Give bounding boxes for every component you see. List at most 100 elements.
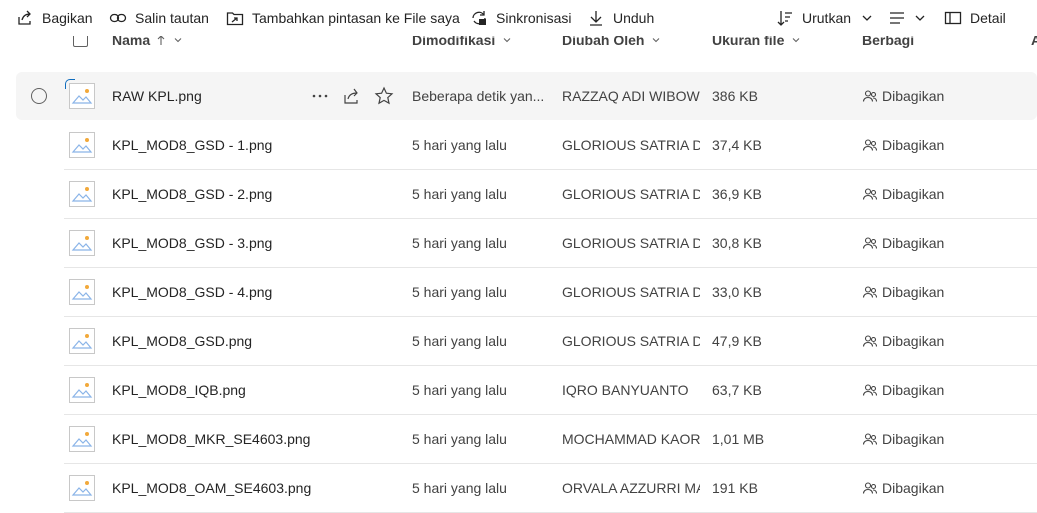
sharing-status[interactable]: Dibagikan xyxy=(862,170,1012,218)
people-icon xyxy=(862,188,878,200)
column-header-extra-label: A xyxy=(1031,36,1037,48)
share-icon xyxy=(344,88,358,104)
share-button[interactable]: Bagikan xyxy=(16,0,93,36)
chevron-down-icon xyxy=(503,38,511,43)
sharing-status[interactable]: Dibagikan xyxy=(862,72,1012,120)
sort-ascending-icon xyxy=(157,36,165,45)
modified-date: 5 hari yang lalu xyxy=(412,235,507,251)
file-row[interactable]: KPL_MOD8_OAM_SE4603.png 5 hari yang lalu O… xyxy=(64,464,1037,513)
sharing-status[interactable]: Dibagikan xyxy=(862,366,1012,414)
sharing-status[interactable]: Dibagikan xyxy=(862,121,1012,169)
add-shortcut-label: Tambahkan pintasan ke File saya xyxy=(252,10,460,26)
modified-date: 5 hari yang lalu xyxy=(412,186,507,202)
file-row[interactable]: KPL_MOD8_IQB.png 5 hari yang lalu IQRO BAN… xyxy=(64,366,1037,415)
file-name[interactable]: KPL_MOD8_IQB.png xyxy=(112,366,402,414)
download-button[interactable]: Unduh xyxy=(587,0,654,36)
sharing-status[interactable]: Dibagikan xyxy=(862,219,1012,267)
sharing-label: Dibagikan xyxy=(882,333,945,349)
sort-button[interactable]: Urutkan xyxy=(776,0,875,36)
sharing-label: Dibagikan xyxy=(882,88,945,104)
modified-date: Beberapa detik yan... xyxy=(412,88,544,104)
file-name[interactable]: KPL_MOD8_GSD - 2.png xyxy=(112,170,402,218)
select-all-checkbox[interactable] xyxy=(73,36,88,49)
link-icon xyxy=(109,13,127,23)
modified-by: IQRO BANYUANTO xyxy=(562,382,689,398)
sharing-label: Dibagikan xyxy=(882,137,945,153)
row-select-radio[interactable] xyxy=(31,88,47,104)
file-row[interactable]: KPL_MOD8_MKR_SE4603.png 5 hari yang lalu M… xyxy=(64,415,1037,464)
sharing-status[interactable]: Dibagikan xyxy=(862,317,1012,365)
column-header-modified-by[interactable]: Diubah Oleh xyxy=(562,36,662,50)
modified-by: GLORIOUS SATRIA DH xyxy=(562,284,700,300)
image-file-icon xyxy=(71,236,93,251)
file-size: 47,9 KB xyxy=(712,333,762,349)
file-name[interactable]: KPL_MOD8_GSD - 4.png xyxy=(112,268,402,316)
chevron-down-icon xyxy=(653,38,660,43)
file-thumbnail xyxy=(69,279,95,305)
image-file-icon xyxy=(71,334,93,349)
sharing-status[interactable]: Dibagikan xyxy=(862,415,1012,463)
file-thumbnail xyxy=(69,328,95,354)
column-header-modified[interactable]: Dimodifikasi xyxy=(412,36,513,50)
image-file-icon xyxy=(71,187,93,202)
column-header-name[interactable]: Nama xyxy=(112,36,184,50)
file-row[interactable]: KPL_MOD8_GSD - 1.png 5 hari yang lalu GLOR… xyxy=(64,121,1037,170)
more-icon xyxy=(312,94,328,98)
file-row[interactable]: KPL_MOD8_GSD - 3.png 5 hari yang lalu GLOR… xyxy=(64,219,1037,268)
favorite-button[interactable] xyxy=(374,86,394,106)
modified-date: 5 hari yang lalu xyxy=(412,382,507,398)
image-file-icon xyxy=(71,481,93,496)
modified-by: GLORIOUS SATRIA DH xyxy=(562,137,700,153)
modified-by: GLORIOUS SATRIA DH xyxy=(562,186,700,202)
download-icon xyxy=(590,11,602,26)
share-label: Bagikan xyxy=(42,10,93,26)
upload-progress-icon xyxy=(65,79,75,89)
column-header-row: Nama Dimodifikasi Diubah Oleh Ukuran fil… xyxy=(0,36,1037,56)
modified-date: 5 hari yang lalu xyxy=(412,431,507,447)
file-thumbnail xyxy=(69,181,95,207)
sharing-status[interactable]: Dibagikan xyxy=(862,268,1012,316)
sync-button[interactable]: Sinkronisasi xyxy=(470,0,571,36)
file-row[interactable]: RAW KPL.png Beberapa detik yan... RAZZAQ A… xyxy=(16,72,1037,120)
file-size: 30,8 KB xyxy=(712,235,762,251)
file-name[interactable]: KPL_MOD8_MKR_SE4603.png xyxy=(112,415,402,463)
view-switcher-button[interactable] xyxy=(888,0,928,36)
file-name[interactable]: KPL_MOD8_GSD - 1.png xyxy=(112,121,402,169)
more-options-button[interactable] xyxy=(310,86,330,106)
modified-date: 5 hari yang lalu xyxy=(412,284,507,300)
file-row[interactable]: KPL_MOD8_GSD - 2.png 5 hari yang lalu GLOR… xyxy=(64,170,1037,219)
file-name[interactable]: RAW KPL.png xyxy=(112,72,302,120)
chevron-down-icon xyxy=(174,38,182,43)
file-name[interactable]: KPL_MOD8_GSD.png xyxy=(112,317,402,365)
sharing-label: Dibagikan xyxy=(882,284,945,300)
modified-by: GLORIOUS SATRIA DH xyxy=(562,235,700,251)
add-shortcut-button[interactable]: Tambahkan pintasan ke File saya xyxy=(226,0,460,36)
command-bar: Bagikan Salin tautan Tambahkan pintasan … xyxy=(0,0,1037,36)
modified-date: 5 hari yang lalu xyxy=(412,333,507,349)
file-thumbnail xyxy=(69,230,95,256)
sharing-label: Dibagikan xyxy=(882,480,945,496)
file-size: 1,01 MB xyxy=(712,431,765,447)
column-header-sharing[interactable]: Berbagi xyxy=(862,36,914,50)
file-thumbnail xyxy=(65,79,95,109)
list-view-icon xyxy=(890,12,904,24)
column-header-size[interactable]: Ukuran file xyxy=(712,36,802,50)
file-size: 36,9 KB xyxy=(712,186,762,202)
copy-link-button[interactable]: Salin tautan xyxy=(109,0,209,36)
modified-by: GLORIOUS SATRIA DH xyxy=(562,333,700,349)
details-pane-button[interactable]: Detail xyxy=(944,0,1006,36)
file-thumbnail xyxy=(69,377,95,403)
sharing-label: Dibagikan xyxy=(882,431,945,447)
row-share-button[interactable] xyxy=(342,86,362,106)
file-thumbnail xyxy=(69,475,95,501)
column-header-name-label: Nama xyxy=(112,36,151,48)
file-row[interactable]: KPL_MOD8_GSD - 4.png 5 hari yang lalu GLOR… xyxy=(64,268,1037,317)
image-file-icon xyxy=(71,138,93,153)
image-file-icon xyxy=(71,432,93,447)
file-name[interactable]: KPL_MOD8_GSD - 3.png xyxy=(112,219,402,267)
column-header-extra[interactable]: A xyxy=(1031,36,1037,50)
file-size: 33,0 KB xyxy=(712,284,762,300)
file-row[interactable]: KPL_MOD8_GSD.png 5 hari yang lalu GLORIOUS… xyxy=(64,317,1037,366)
file-thumbnail xyxy=(69,426,95,452)
column-header-sharing-label: Berbagi xyxy=(862,36,915,48)
